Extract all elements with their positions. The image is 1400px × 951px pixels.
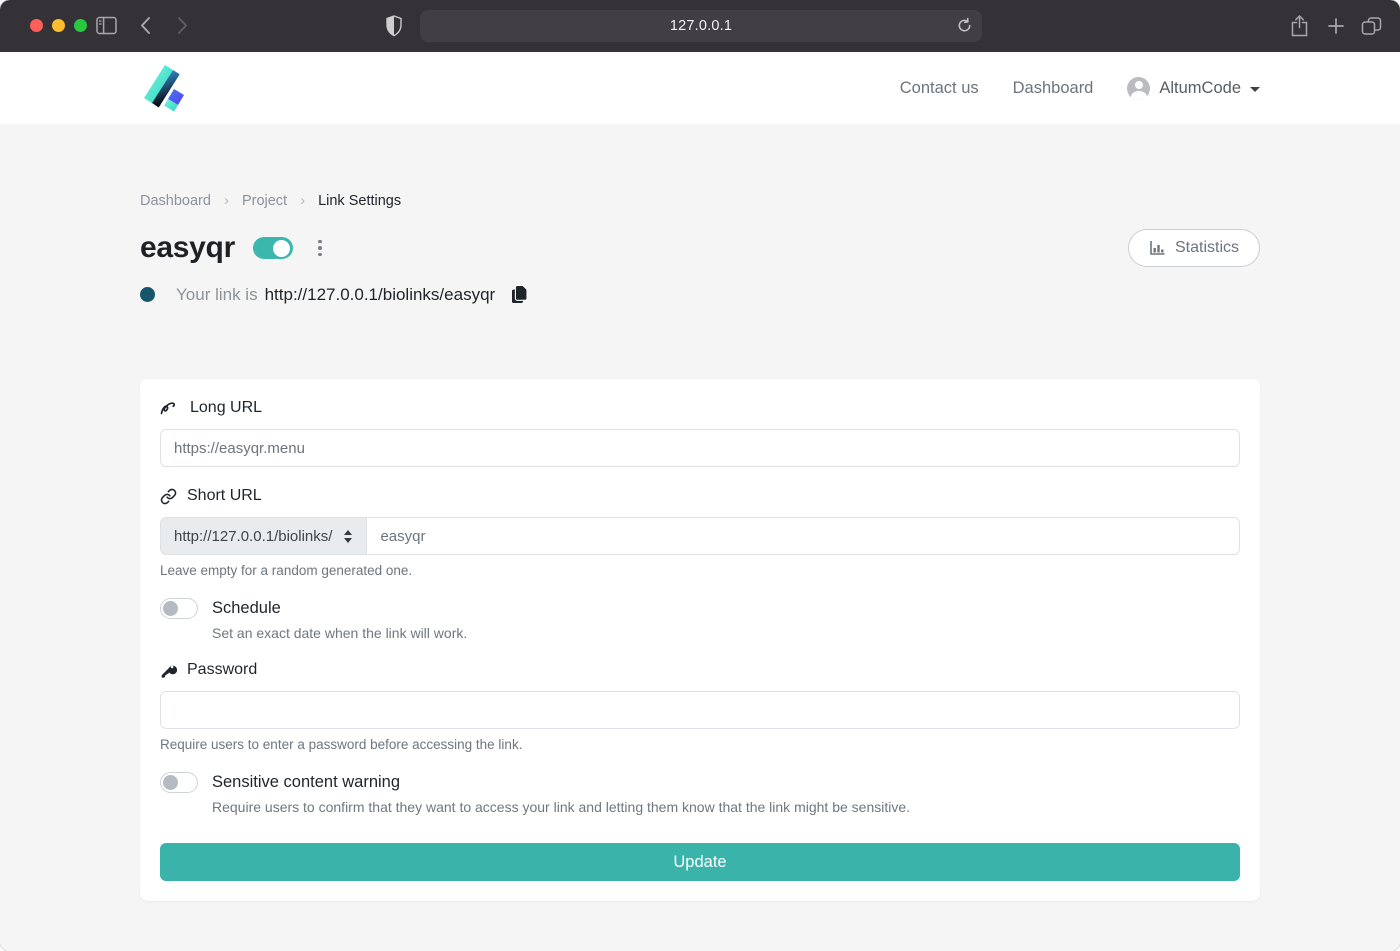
schedule-helper: Set an exact date when the link will wor… [212,625,1240,641]
new-tab-button[interactable] [1327,17,1345,35]
schedule-toggle-row: Schedule [160,598,1240,619]
chevron-down-icon [1250,87,1260,92]
page-content: Dashboard › Project › Link Settings easy… [0,124,1400,951]
password-input[interactable] [160,691,1240,729]
schedule-label: Schedule [212,599,281,618]
sensitive-helper: Require users to confirm that they want … [212,799,1240,815]
plus-icon [1327,17,1345,35]
zoom-window-button[interactable] [74,19,87,32]
forward-button[interactable] [177,16,189,35]
address-bar-url: 127.0.0.1 [670,18,732,34]
password-label: Password [187,661,257,679]
browser-window: 127.0.0.1 [0,0,1400,951]
scribble-icon [160,400,180,416]
title-row: easyqr Statistics [140,229,1260,267]
back-button[interactable] [139,16,151,35]
share-button[interactable] [1290,14,1309,38]
link-label: Your link is [176,285,258,305]
sidebar-icon [96,16,117,35]
breadcrumb-project[interactable]: Project [242,193,287,209]
back-chevron-icon [139,16,151,35]
link-icon [160,488,177,505]
share-icon [1290,14,1309,38]
status-dot [140,287,155,302]
nav-dashboard[interactable]: Dashboard [1013,79,1094,98]
statistics-button[interactable]: Statistics [1128,229,1260,267]
sensitive-section: Sensitive content warning Require users … [160,772,1240,815]
short-url-domain: http://127.0.0.1/biolinks/ [174,528,332,545]
refresh-button[interactable] [956,17,973,34]
key-icon [160,662,177,679]
breadcrumb-link-settings: Link Settings [318,193,401,209]
link-enabled-toggle[interactable] [253,237,293,259]
short-url-section: Short URL http://127.0.0.1/biolinks/ Lea… [160,487,1240,578]
link-settings-card: Long URL Short URL http://127.0.0.1/biol… [140,379,1260,901]
nav-contact-us[interactable]: Contact us [900,79,979,98]
sensitive-toggle-row: Sensitive content warning [160,772,1240,793]
password-helper: Require users to enter a password before… [160,737,1240,752]
password-label-row: Password [160,661,1240,679]
tabs-icon [1361,16,1382,36]
link-row: Your link is http://127.0.0.1/biolinks/e… [140,284,1260,305]
schedule-toggle[interactable] [160,598,198,619]
account-name: AltumCode [1159,79,1241,98]
forward-chevron-icon [177,16,189,35]
copy-link-button[interactable] [510,284,529,305]
page-title: easyqr [140,231,235,265]
tab-overview-button[interactable] [1361,16,1382,36]
sidebar-toggle-button[interactable] [96,16,117,35]
traffic-lights [30,19,87,32]
breadcrumb: Dashboard › Project › Link Settings [140,192,1260,209]
short-url-domain-select[interactable]: http://127.0.0.1/biolinks/ [160,517,367,555]
minimize-window-button[interactable] [52,19,65,32]
toggle-knob [163,775,178,790]
site-header: Contact us Dashboard AltumCode [0,52,1400,124]
statistics-label: Statistics [1175,239,1239,257]
link-url[interactable]: http://127.0.0.1/biolinks/easyqr [265,285,496,305]
close-window-button[interactable] [30,19,43,32]
long-url-input[interactable] [160,429,1240,467]
short-url-label: Short URL [187,487,262,505]
more-options-button[interactable] [315,237,325,260]
browser-chrome: 127.0.0.1 [0,0,1400,52]
long-url-label-row: Long URL [160,399,1240,417]
select-arrows-icon [343,529,353,544]
copy-icon [510,284,529,305]
account-menu[interactable]: AltumCode [1127,77,1260,100]
short-url-label-row: Short URL [160,487,1240,505]
sensitive-label: Sensitive content warning [212,773,400,792]
header-nav: Contact us Dashboard AltumCode [900,77,1260,100]
short-url-input[interactable] [366,517,1240,555]
bar-chart-icon [1149,240,1166,256]
breadcrumb-separator-icon: › [224,192,229,209]
site-logo[interactable] [140,63,188,113]
long-url-section: Long URL [160,399,1240,467]
breadcrumb-dashboard[interactable]: Dashboard [140,193,211,209]
address-bar[interactable]: 127.0.0.1 [420,10,982,42]
update-button[interactable]: Update [160,843,1240,881]
avatar [1127,77,1150,100]
sensitive-content-toggle[interactable] [160,772,198,793]
long-url-label: Long URL [190,399,262,417]
short-url-helper: Leave empty for a random generated one. [160,563,1240,578]
short-url-input-group: http://127.0.0.1/biolinks/ [160,517,1240,555]
shield-icon [385,14,403,38]
schedule-section: Schedule Set an exact date when the link… [160,598,1240,641]
toggle-knob [163,601,178,616]
breadcrumb-separator-icon: › [300,192,305,209]
password-section: Password Require users to enter a passwo… [160,661,1240,752]
toggle-knob [273,240,290,257]
privacy-shield-button[interactable] [385,14,403,38]
